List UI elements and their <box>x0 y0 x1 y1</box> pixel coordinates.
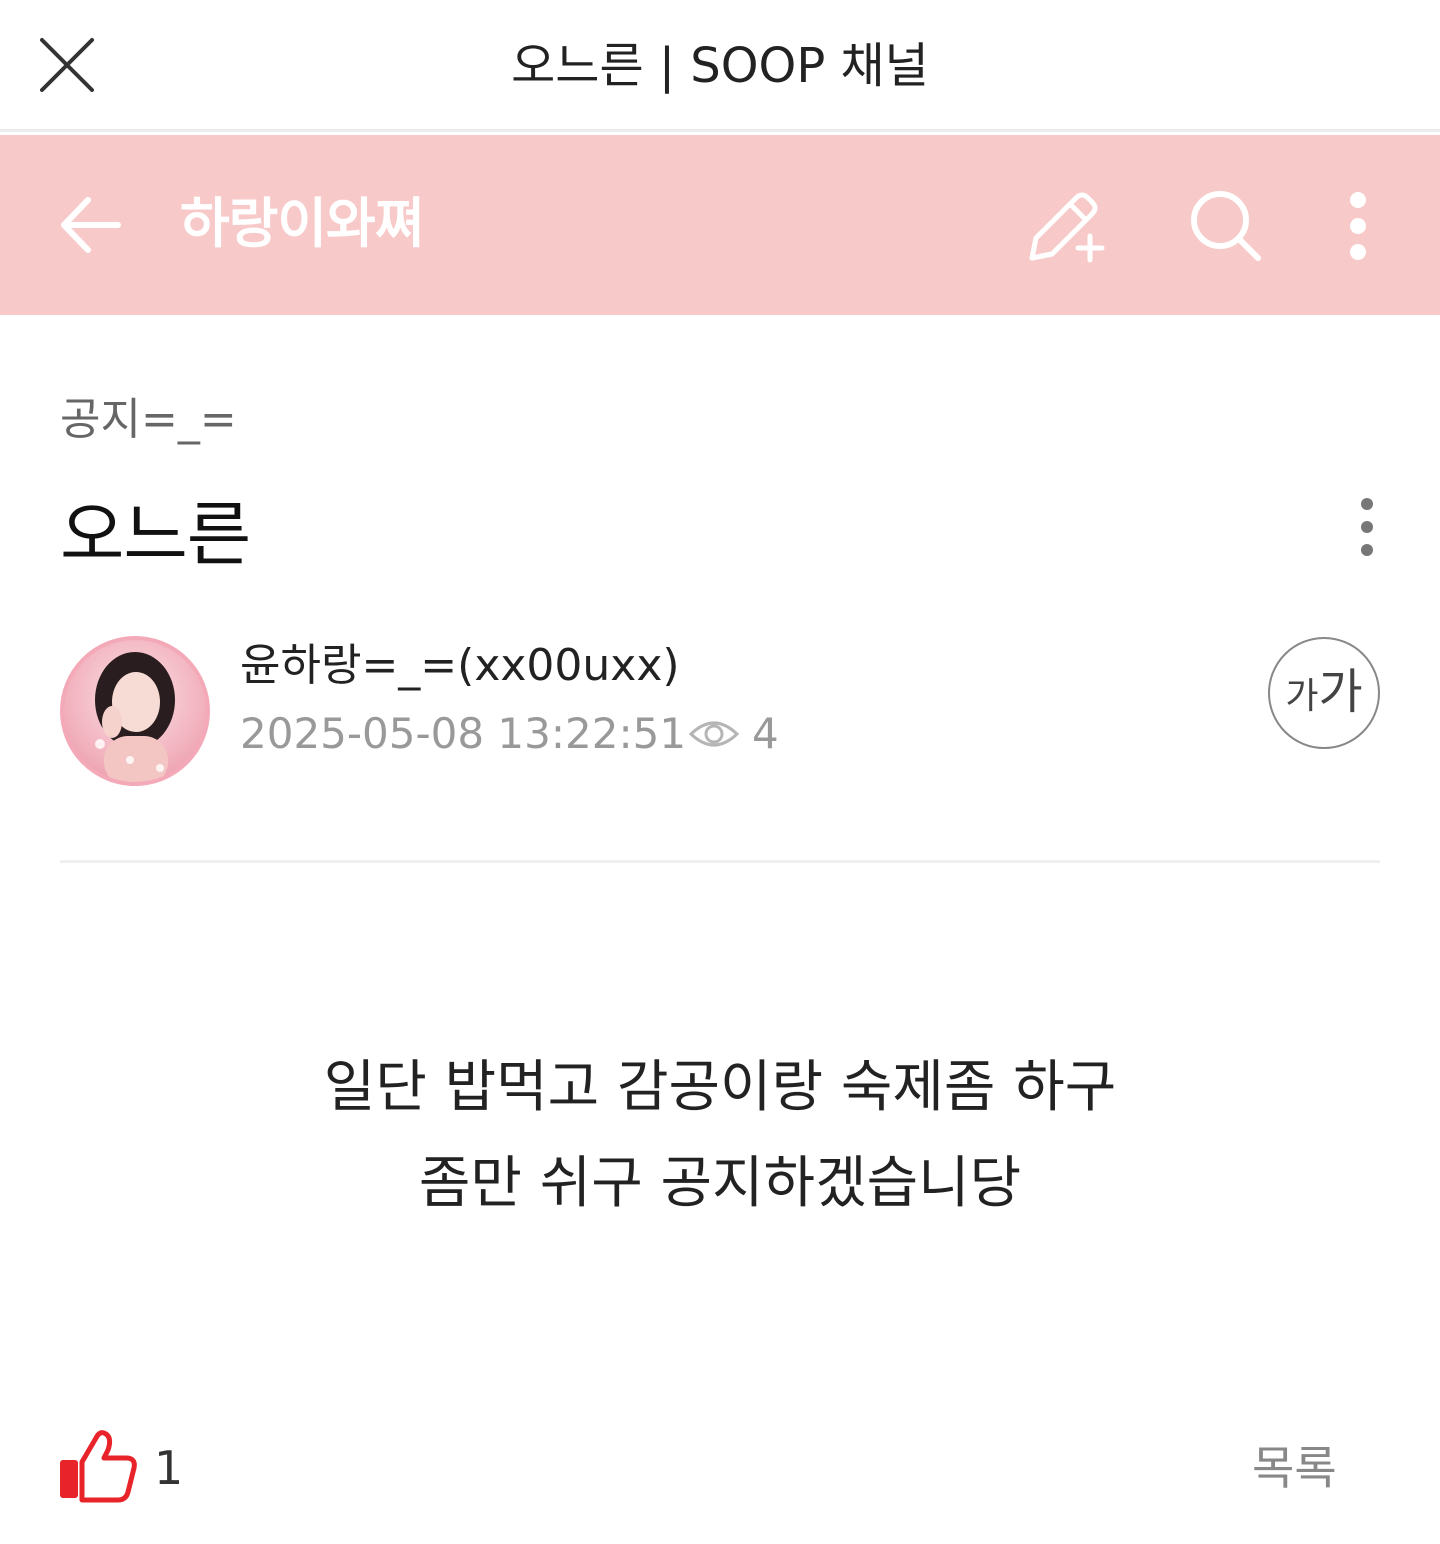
post-body-line: 좀만 쉬구 공지하겠습니당 <box>418 1151 1022 1216</box>
font-size-big: 가 <box>1318 664 1363 720</box>
like-count: 1 <box>154 1441 184 1495</box>
thumbs-up-icon <box>60 1430 137 1503</box>
post-category[interactable]: 공지=_= <box>60 390 237 450</box>
write-post-button[interactable] <box>1024 188 1106 264</box>
post-title: 오느른 <box>60 494 251 576</box>
eye-icon <box>688 721 740 747</box>
search-icon <box>1191 191 1261 261</box>
back-button[interactable] <box>56 190 126 260</box>
more-vertical-icon <box>1350 192 1366 260</box>
avatar-image <box>95 652 175 782</box>
divider <box>60 860 1380 863</box>
font-size-small: 가 <box>1285 676 1319 717</box>
channel-more-button[interactable] <box>1330 190 1386 262</box>
post-page: 오느른 | SOOP 채널 하랑이와쪄 공지=_= 오느른 윤하랑=_=(xx0… <box>0 0 1440 1544</box>
browser-top-bar: 오느른 | SOOP 채널 <box>0 0 1440 132</box>
author-name[interactable]: 윤하랑=_=(xx00uxx) <box>240 636 680 696</box>
author-avatar[interactable] <box>60 636 210 786</box>
search-button[interactable] <box>1188 188 1264 264</box>
post-body: 일단 밥먹고 감공이랑 숙제좀 하구 좀만 쉬구 공지하겠습니당 <box>60 1040 1380 1232</box>
list-button[interactable]: 목록 <box>1252 1436 1337 1500</box>
post-datetime: 2025-05-08 13:22:51 <box>240 709 687 758</box>
post-body-line: 일단 밥먹고 감공이랑 숙제좀 하구 <box>323 1055 1117 1120</box>
channel-name[interactable]: 하랑이와쪄 <box>180 188 424 260</box>
arrow-left-icon <box>61 197 121 253</box>
more-vertical-icon <box>1361 498 1373 556</box>
font-size-label: 가가 <box>1285 665 1362 730</box>
font-size-button[interactable]: 가가 <box>1268 637 1380 749</box>
pencil-plus-icon <box>1029 192 1105 263</box>
post-more-button[interactable] <box>1346 496 1388 560</box>
view-count: 4 <box>752 709 779 758</box>
like-button[interactable] <box>56 1428 140 1504</box>
window-title: 오느른 | SOOP 채널 <box>511 38 929 94</box>
